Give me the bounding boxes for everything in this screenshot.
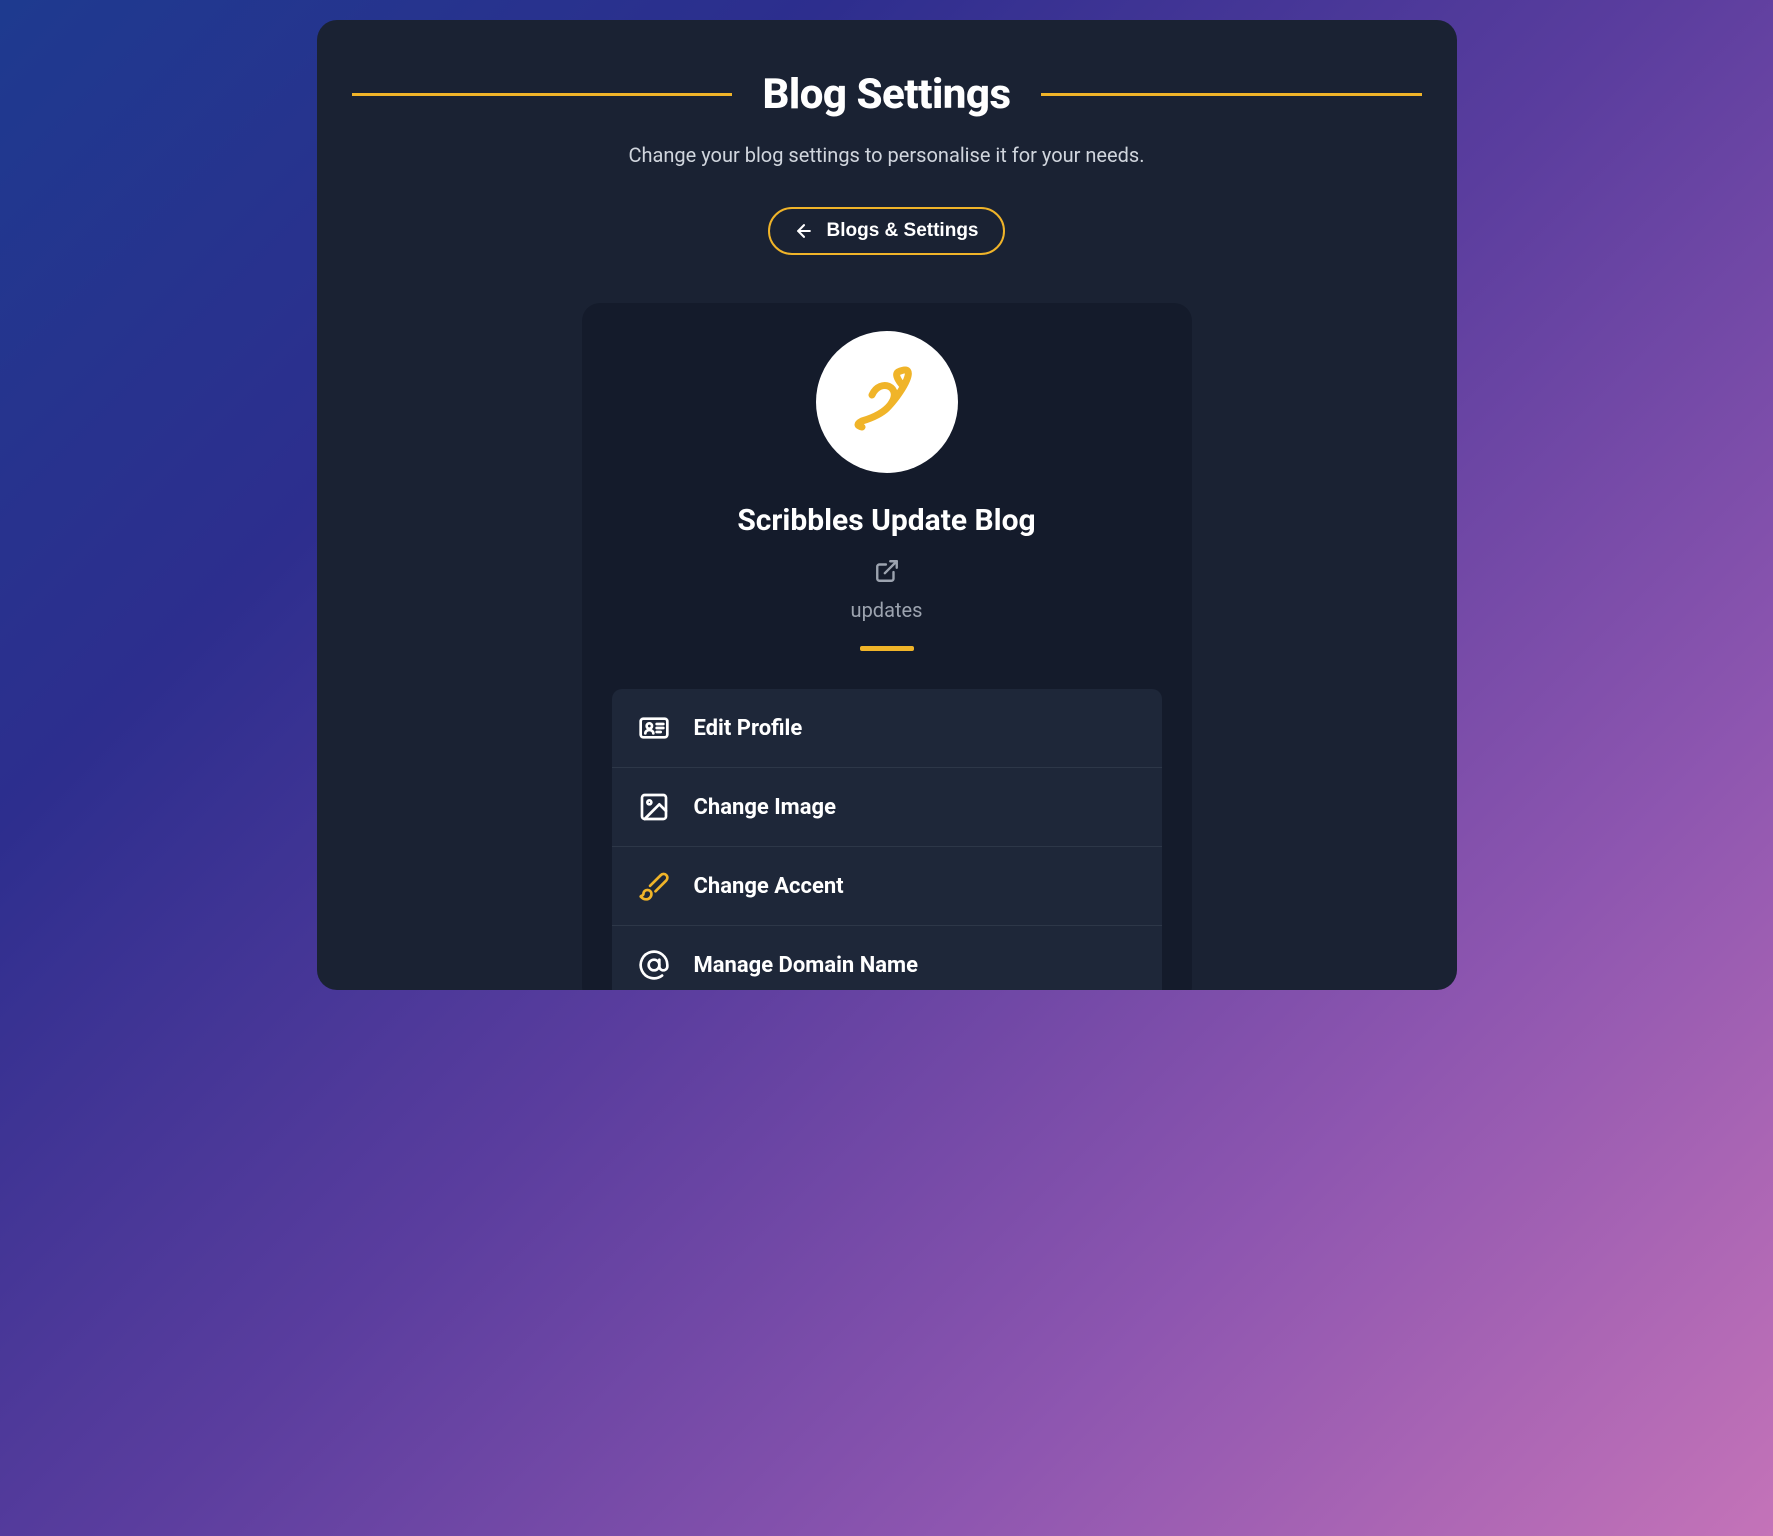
header-line-left: [352, 93, 733, 96]
scribbles-logo-icon: [832, 347, 942, 457]
external-link-icon[interactable]: [874, 558, 900, 588]
blog-name: Scribbles Update Blog: [737, 503, 1035, 538]
image-icon: [638, 791, 670, 823]
menu-item-edit-profile[interactable]: Edit Profile: [612, 689, 1162, 768]
back-button[interactable]: Blogs & Settings: [768, 207, 1004, 255]
settings-menu: Edit Profile Change Image: [612, 689, 1162, 990]
back-button-label: Blogs & Settings: [826, 220, 978, 242]
page-subtitle: Change your blog settings to personalise…: [352, 143, 1422, 167]
menu-label: Manage Domain Name: [694, 953, 918, 978]
paintbrush-icon: [638, 870, 670, 902]
menu-item-change-image[interactable]: Change Image: [612, 768, 1162, 847]
id-card-icon: [638, 712, 670, 744]
accent-underline: [860, 646, 914, 651]
menu-label: Edit Profile: [694, 716, 803, 741]
menu-label: Change Accent: [694, 874, 844, 899]
blog-card: Scribbles Update Blog updates: [582, 303, 1192, 990]
menu-item-change-accent[interactable]: Change Accent: [612, 847, 1162, 926]
back-button-wrap: Blogs & Settings: [352, 207, 1422, 255]
settings-container: Blog Settings Change your blog settings …: [317, 20, 1457, 990]
menu-label: Change Image: [694, 795, 836, 820]
menu-item-manage-domain[interactable]: Manage Domain Name: [612, 926, 1162, 990]
header-line-right: [1041, 93, 1422, 96]
blog-slug: updates: [851, 598, 923, 622]
header-row: Blog Settings: [352, 70, 1422, 119]
arrow-left-icon: [794, 221, 814, 241]
avatar: [816, 331, 958, 473]
at-sign-icon: [638, 949, 670, 981]
page-title: Blog Settings: [762, 70, 1010, 119]
